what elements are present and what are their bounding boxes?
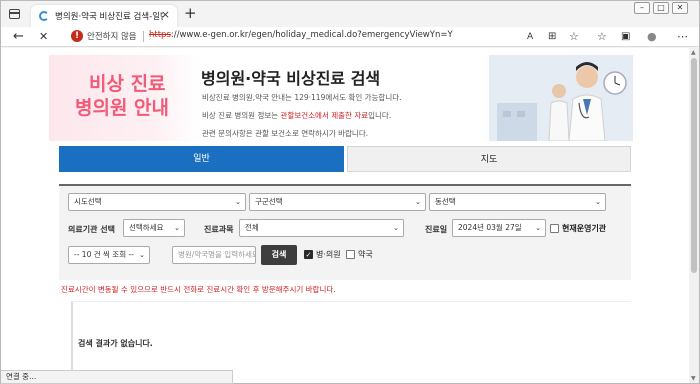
banner: 비상 진료 병의원 안내 병의원·약국 비상진료 검색 비상진료 병의원,약국 … [49, 55, 633, 141]
close-window-icon[interactable]: ✕ [672, 2, 688, 14]
tab-strip: 병의원·약국 비상진료 검색-일반 × + – □ ✕ [1, 1, 699, 27]
page-size-select[interactable]: -- 10 건 씩 조회 -- ⌄ [68, 246, 150, 264]
open-now-label[interactable]: 현재운영기관 [562, 223, 606, 234]
institution-select[interactable]: 선택하세요 ⌄ [123, 219, 185, 237]
scroll-down-icon[interactable]: ▼ [691, 375, 696, 382]
date-select[interactable]: 2024년 03월 27일 ⌄ [452, 219, 546, 237]
profile-icon[interactable]: ● [647, 28, 657, 45]
pharmacy-label[interactable]: 약국 [358, 249, 373, 260]
tab-general[interactable]: 일반 [59, 146, 344, 172]
no-results-text: 검색 결과가 없습니다. [78, 339, 153, 348]
banner-info-line3: 관련 문의사항은 관할 보건소로 연락하시기 바랍니다. [202, 129, 369, 138]
tab-title: 병의원·약국 비상진료 검색-일반 [55, 12, 163, 22]
collections-icon[interactable]: ▣ [621, 28, 630, 45]
chevron-down-icon: ⌄ [595, 198, 601, 206]
not-secure-label[interactable]: 안전하지 않음 [87, 30, 137, 42]
notice-text: 진료시간이 변동될 수 있으므로 반드시 전화로 진료시간 확인 후 방문해주시… [61, 285, 336, 294]
scroll-up-icon[interactable]: ▲ [691, 49, 696, 56]
banner-info-line1: 비상진료 병의원,약국 안내는 129·119에서도 확인 가능합니다. [202, 93, 402, 102]
new-tab-icon[interactable]: + [184, 4, 197, 22]
banner-info-line2: 비상 진료 병의원 정보는 관할보건소에서 제출한 자료입니다. [202, 111, 392, 120]
page-title: 병의원·약국 비상진료 검색 [201, 69, 381, 88]
date-label: 진료일 [425, 225, 448, 234]
more-icon[interactable]: ⋯ [677, 28, 688, 45]
name-search-input[interactable]: 병원/약국명을 입력하세요 [172, 246, 256, 264]
banner-heading-line1: 비상 진료 [89, 73, 166, 95]
divider [143, 31, 144, 42]
page-viewport: 비상 진료 병의원 안내 병의원·약국 비상진료 검색 비상진료 병의원,약국 … [1, 48, 689, 383]
chevron-down-icon: ⌄ [235, 198, 241, 206]
back-icon[interactable]: ← [13, 28, 24, 45]
read-aloud-icon[interactable]: A [527, 29, 533, 46]
chevron-down-icon: ⌄ [174, 224, 180, 232]
browser-tab[interactable]: 병의원·약국 비상진료 검색-일반 × [31, 5, 177, 27]
tab-map[interactable]: 지도 [347, 146, 631, 172]
gugun-select[interactable]: 구군선택 ⌄ [249, 193, 426, 211]
sido-select[interactable]: 시도선택 ⌄ [68, 193, 246, 211]
loading-icon [39, 11, 49, 21]
hospital-checkbox[interactable]: ✓ [304, 250, 313, 259]
department-select[interactable]: 전체 ⌄ [239, 219, 404, 237]
hospital-label[interactable]: 병·의원 [316, 249, 341, 260]
search-button[interactable]: 검색 [261, 245, 297, 265]
grid-icon[interactable]: ⊞ [548, 28, 556, 45]
chevron-down-icon: ⌄ [415, 198, 421, 206]
stop-icon[interactable]: ✕ [39, 28, 48, 45]
doctors-illustration [489, 55, 633, 141]
warning-icon[interactable]: ! [71, 30, 83, 42]
institution-label: 의료기관 선택 [68, 225, 115, 234]
chevron-down-icon: ⌄ [139, 251, 145, 259]
pharmacy-checkbox[interactable] [346, 250, 355, 259]
banner-heading-line2: 병의원 안내 [75, 97, 170, 119]
tab-close-icon[interactable]: × [161, 8, 170, 21]
dong-select[interactable]: 동선택 ⌄ [429, 193, 606, 211]
status-bar: 연결 중... [1, 370, 233, 384]
browser-window: 병의원·약국 비상진료 검색-일반 × + – □ ✕ ← ✕ ! 안전하지 않… [0, 0, 700, 384]
favorite-icon[interactable]: ☆ [569, 28, 579, 45]
scrollbar-thumb[interactable] [691, 58, 697, 273]
toolbar: ← ✕ ! 안전하지 않음 https://www.e-gen.or.kr/eg… [1, 27, 699, 47]
open-now-checkbox[interactable] [550, 224, 559, 233]
url-text[interactable]: https://www.e-gen.or.kr/egen/holiday_med… [149, 30, 453, 40]
window-menu-icon[interactable] [9, 9, 20, 19]
department-label: 진료과목 [204, 225, 234, 234]
chevron-down-icon: ⌄ [393, 224, 399, 232]
minimize-icon[interactable]: – [634, 2, 650, 14]
chevron-down-icon: ⌄ [535, 224, 541, 232]
scrollbar[interactable]: ▲ ▼ [689, 48, 699, 383]
maximize-icon[interactable]: □ [653, 2, 669, 14]
address-bar[interactable]: ! 안전하지 않음 https://www.e-gen.or.kr/egen/h… [65, 28, 535, 45]
favorites-list-icon[interactable]: ☆ [597, 28, 607, 45]
